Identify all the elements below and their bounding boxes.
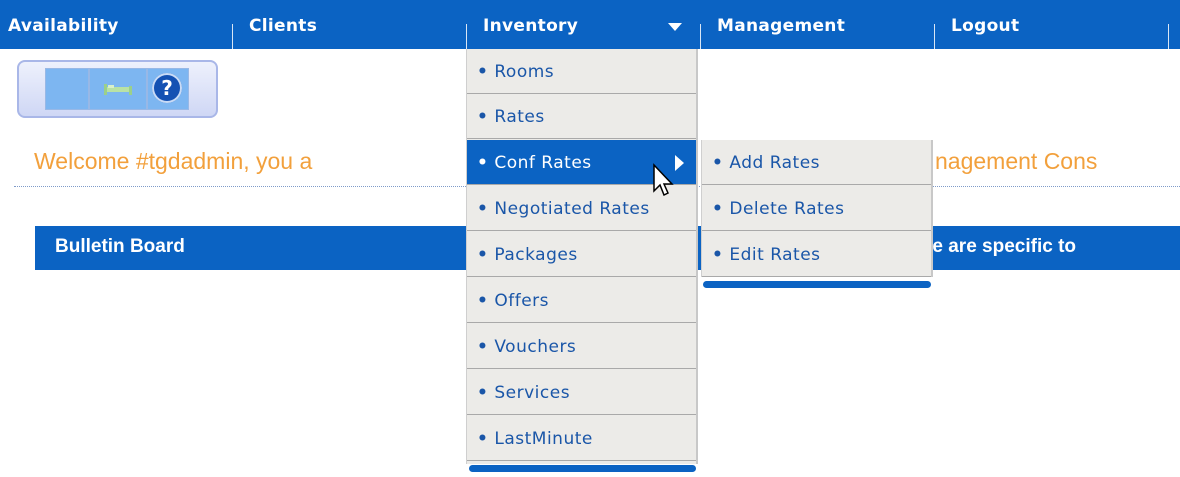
menu-item-label: Negotiated Rates xyxy=(494,199,650,219)
chevron-down-icon[interactable] xyxy=(668,23,682,31)
nav-clients[interactable]: Clients xyxy=(249,0,317,49)
quick-toolbar: ? xyxy=(17,60,218,118)
menu-item-edit-rates[interactable]: • Edit Rates xyxy=(702,232,931,277)
bulletin-board-title: Bulletin Board xyxy=(55,236,185,257)
menu-item-rates[interactable]: • Rates xyxy=(467,94,696,139)
conf-rates-submenu: • Add Rates • Delete Rates • Edit Rates xyxy=(701,140,933,277)
top-nav: Availability Clients Inventory Managemen… xyxy=(0,0,1180,49)
menu-item-label: Rooms xyxy=(494,62,555,82)
chevron-right-icon xyxy=(675,155,684,171)
bulletin-board-text: re are specific to xyxy=(925,236,1077,257)
nav-separator xyxy=(232,24,233,49)
menu-item-lastminute[interactable]: • LastMinute xyxy=(467,416,696,461)
menu-item-vouchers[interactable]: • Vouchers xyxy=(467,324,696,369)
menu-item-label: Vouchers xyxy=(494,337,577,357)
menu-item-label: Rates xyxy=(494,107,545,127)
menu-item-label: Services xyxy=(494,383,571,403)
mouse-cursor-icon xyxy=(653,163,674,197)
menu-item-label: Conf Rates xyxy=(494,153,592,173)
nav-logout[interactable]: Logout xyxy=(951,0,1019,49)
menu-item-services[interactable]: • Services xyxy=(467,370,696,415)
blank-icon[interactable] xyxy=(45,68,89,110)
menu-item-packages[interactable]: • Packages xyxy=(467,232,696,277)
menu-item-label: Packages xyxy=(494,245,578,265)
nav-separator xyxy=(466,24,467,49)
dropdown-bottom-cap xyxy=(469,465,696,472)
menu-item-add-rates[interactable]: • Add Rates xyxy=(702,140,931,185)
menu-item-offers[interactable]: • Offers xyxy=(467,278,696,323)
welcome-text: Welcome #tgdadmin, you a xyxy=(34,148,313,174)
menu-item-label: Add Rates xyxy=(729,153,821,173)
help-icon: ? xyxy=(152,73,182,103)
nav-separator xyxy=(934,24,935,49)
help-button[interactable]: ? xyxy=(147,68,189,110)
menu-item-label: LastMinute xyxy=(494,429,593,449)
menu-item-delete-rates[interactable]: • Delete Rates xyxy=(702,186,931,231)
nav-availability[interactable]: Availability xyxy=(8,0,119,49)
nav-separator xyxy=(700,24,701,49)
welcome-text-tail: nagement Cons xyxy=(935,148,1098,174)
bed-icon-button[interactable] xyxy=(89,68,147,110)
nav-separator xyxy=(1168,24,1169,49)
nav-inventory[interactable]: Inventory xyxy=(483,0,578,49)
nav-management[interactable]: Management xyxy=(717,0,845,49)
menu-item-label: Edit Rates xyxy=(729,245,821,265)
menu-item-rooms[interactable]: • Rooms xyxy=(467,49,696,94)
menu-item-label: Offers xyxy=(494,291,550,311)
submenu-bottom-cap xyxy=(703,281,931,288)
bed-icon xyxy=(104,84,132,95)
menu-item-label: Delete Rates xyxy=(729,199,845,219)
inventory-dropdown: • Rooms • Rates • Conf Rates • Negotiated Ra… xyxy=(466,49,698,464)
